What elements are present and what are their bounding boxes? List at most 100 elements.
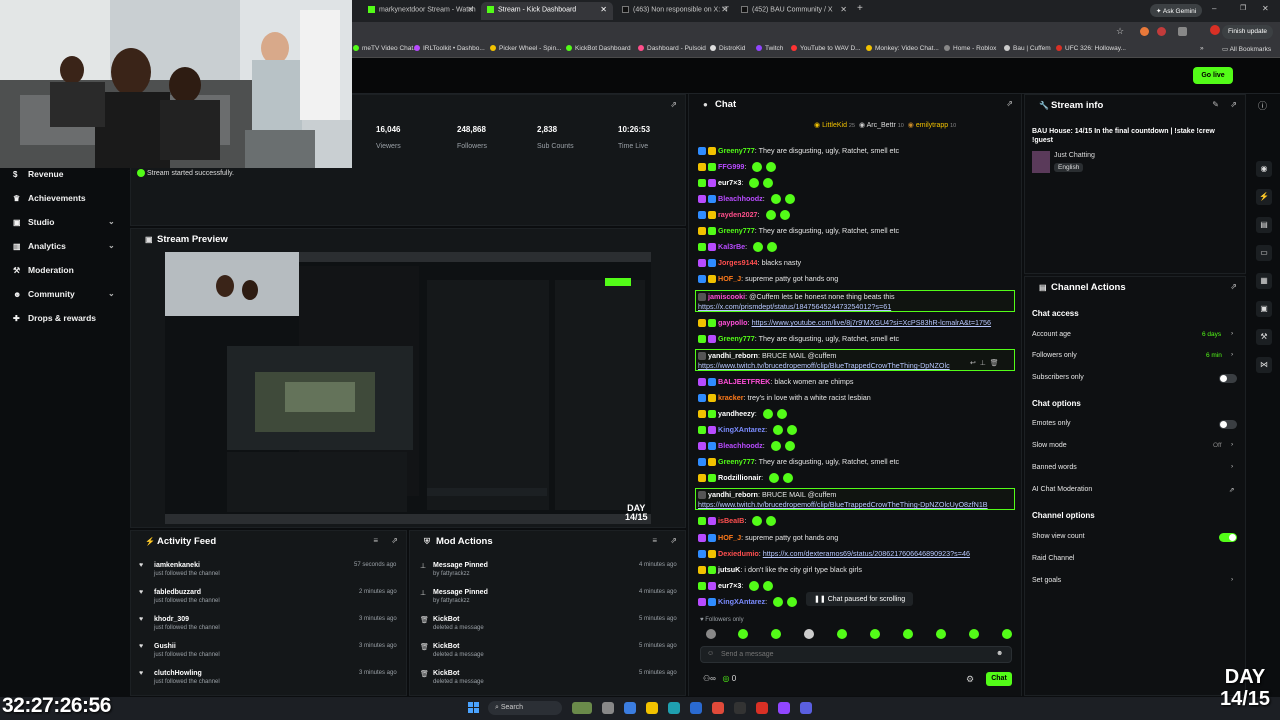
bookmark-item[interactable]: Home - Roblox <box>944 45 996 52</box>
chat-username[interactable]: FFG999 <box>718 162 744 171</box>
maximize-icon[interactable]: ❐ <box>1240 4 1246 12</box>
screen-icon[interactable]: ▣ <box>1256 301 1272 317</box>
share-icon[interactable]: ⋈ <box>1256 357 1272 373</box>
pin-icon[interactable]: ⊥ <box>980 360 986 367</box>
chat-username[interactable]: Rodzillionair <box>718 473 761 482</box>
bookmark-item[interactable]: Bau | Cuffem <box>1004 45 1051 52</box>
emote-picker-icon[interactable]: ☻ <box>996 650 1003 657</box>
bookmark-item[interactable]: Dashboard - Pulsoid <box>638 45 706 52</box>
popout-icon[interactable]: ⇗ <box>670 536 677 545</box>
chrome-icon[interactable] <box>712 702 724 714</box>
chat-username[interactable]: eur7×3 <box>718 581 741 590</box>
edit-icon[interactable]: ✎ <box>1212 100 1219 109</box>
taskbar-search[interactable]: ⌕ Search <box>488 701 562 715</box>
chat-username[interactable]: HOF_J <box>718 274 741 283</box>
camera-icon[interactable]: ◉ <box>1256 161 1272 177</box>
chat-username[interactable]: isBeaIB <box>718 516 744 525</box>
account-age-setting[interactable]: Account age <box>1032 331 1071 338</box>
subscribers-only-toggle[interactable] <box>1219 374 1237 383</box>
bolt-icon[interactable]: ⚡ <box>1256 189 1272 205</box>
doc-icon[interactable]: ▤ <box>1256 217 1272 233</box>
task-view-icon[interactable] <box>602 702 614 714</box>
close-icon[interactable]: ✕ <box>467 5 474 14</box>
star-icon[interactable]: ☆ <box>1116 26 1124 37</box>
sidebar-item-analytics[interactable]: ▥ Analytics ⌄ <box>13 241 115 251</box>
taskbar-app-icon[interactable] <box>756 702 768 714</box>
send-chat-button[interactable]: Chat <box>986 672 1012 686</box>
settings-icon[interactable]: ⚙ <box>966 674 974 685</box>
account-age-value[interactable]: 6 days <box>1202 331 1221 338</box>
banned-words-setting[interactable]: Banned words <box>1032 464 1077 471</box>
bookmark-item[interactable]: YouTube to WAV D... <box>791 45 861 52</box>
emote-icon[interactable] <box>1002 629 1012 639</box>
emote-icon[interactable] <box>903 629 913 639</box>
chat-link[interactable]: https://www.twitch.tv/brucedropemoff/cli… <box>698 500 988 509</box>
chat-username[interactable]: Greeny777 <box>718 146 755 155</box>
followers-only-setting[interactable]: Followers only <box>1032 352 1077 359</box>
popout-icon[interactable]: ⇗ <box>1230 100 1237 109</box>
bookmark-item[interactable]: UFC 326: Holloway... <box>1056 45 1126 52</box>
external-link-icon[interactable]: ⇗ <box>1229 486 1234 494</box>
grid-icon[interactable]: ▦ <box>1256 273 1272 289</box>
popout-icon[interactable]: ⇗ <box>670 100 677 109</box>
chat-username[interactable]: Bleachhoodz <box>718 194 763 203</box>
all-bookmarks[interactable]: ▭ All Bookmarks <box>1222 45 1271 53</box>
window-close-icon[interactable]: ✕ <box>1262 4 1269 13</box>
sidebar-item-drops-rewards[interactable]: ✚ Drops & rewards <box>13 313 96 323</box>
popout-icon[interactable]: ⇗ <box>1230 282 1237 291</box>
emote-icon[interactable] <box>738 629 748 639</box>
emotes-only-toggle[interactable] <box>1219 420 1237 429</box>
chat-icon[interactable]: ▭ <box>1256 245 1272 261</box>
bookmark-item[interactable]: KickBot Dashboard <box>566 45 631 52</box>
minimize-icon[interactable]: – <box>1212 4 1216 13</box>
bookmark-item[interactable]: Twitch <box>756 45 783 52</box>
taskbar-app-icon[interactable] <box>624 702 636 714</box>
chat-username[interactable]: Kal3rBe <box>718 242 745 251</box>
extensions-icon[interactable] <box>1178 27 1187 36</box>
emote-icon[interactable] <box>969 629 979 639</box>
store-icon[interactable] <box>690 702 702 714</box>
taskbar-widget-icon[interactable] <box>572 702 592 714</box>
new-tab-button[interactable]: + <box>854 2 868 20</box>
popout-icon[interactable]: ⇗ <box>1006 99 1013 108</box>
reply-icon[interactable]: ↩ <box>970 360 976 367</box>
chat-username[interactable]: Greeny777 <box>718 457 755 466</box>
emote-icon[interactable] <box>870 629 880 639</box>
finish-update-button[interactable]: Finish update <box>1222 25 1274 39</box>
emote-icon[interactable] <box>771 629 781 639</box>
chat-paused-button[interactable]: ❚❚ Chat paused for scrolling <box>806 592 914 606</box>
chat-username[interactable]: rayden2027 <box>718 210 758 219</box>
chat-link[interactable]: https://x.com/prismdept/status/184756452… <box>698 302 891 311</box>
file-explorer-icon[interactable] <box>646 702 658 714</box>
info-icon[interactable]: ⓘ <box>1258 99 1267 112</box>
tab-bau-community[interactable]: (452) BAU Community / X ✕ <box>735 2 853 20</box>
chat-username[interactable]: jutsuK <box>718 565 740 574</box>
extension-icon[interactable] <box>1140 27 1149 36</box>
chat-username[interactable]: KingXAntarez <box>718 597 765 606</box>
chat-input[interactable] <box>700 646 1012 663</box>
chat-username[interactable]: BALJEETFREK <box>718 377 770 386</box>
chat-username[interactable]: Greeny777 <box>718 334 755 343</box>
ai-moderation-setting[interactable]: AI Chat Moderation <box>1032 486 1092 493</box>
bookmark-item[interactable]: DistroKid <box>710 45 745 52</box>
chat-username[interactable]: gaypollo <box>718 318 748 327</box>
chat-username[interactable]: KingXAntarez <box>718 425 765 434</box>
sidebar-item-community[interactable]: ☻ Community ⌄ <box>13 289 115 299</box>
emote-icon[interactable] <box>804 629 814 639</box>
bookmark-item[interactable]: Monkey: Video Chat... <box>866 45 939 52</box>
bookmark-item[interactable]: meTV Video Chat... <box>353 45 419 52</box>
slow-mode-setting[interactable]: Slow mode <box>1032 442 1067 449</box>
go-live-button[interactable]: Go live <box>1193 67 1233 84</box>
emote-icon[interactable] <box>837 629 847 639</box>
discord-icon[interactable] <box>800 702 812 714</box>
set-goals-button[interactable]: Set goals <box>1032 577 1061 584</box>
close-icon[interactable]: ✕ <box>721 5 728 14</box>
chat-username[interactable]: kracker <box>718 393 744 402</box>
emote-icon[interactable] <box>936 629 946 639</box>
chat-username[interactable]: Dexiedumio <box>718 549 759 558</box>
chat-link[interactable]: https://x.com/dexteramos69/status/208621… <box>763 549 970 558</box>
chat-username[interactable]: Bleachhoodz <box>718 441 763 450</box>
windows-start-icon[interactable] <box>468 702 480 714</box>
tab-x-post[interactable]: (463) Non responsible on X: "T ✕ <box>616 2 734 20</box>
chat-username[interactable]: HOF_J <box>718 533 741 542</box>
